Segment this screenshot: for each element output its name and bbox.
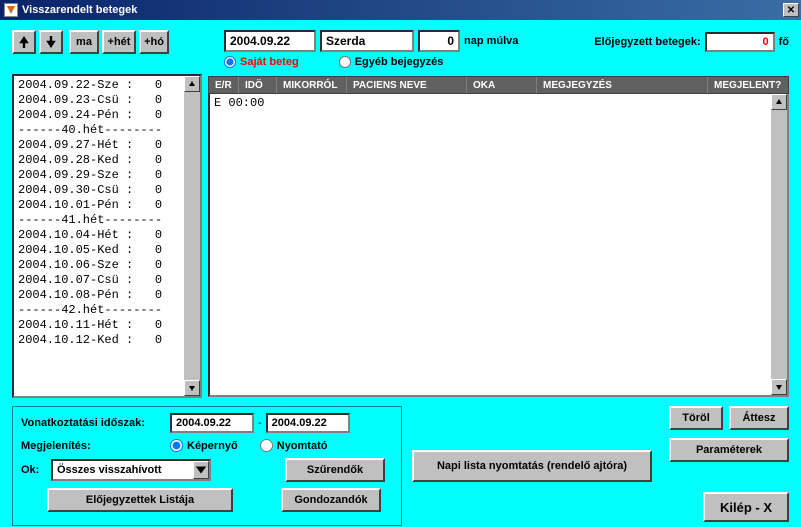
window-title: Visszarendelt betegek [22,4,137,16]
next-button[interactable] [39,30,63,54]
ok-select[interactable]: Összes visszahívott [51,459,211,481]
app-icon [4,3,18,17]
day-list[interactable]: 2004.09.22-Sze : 0 2004.09.23-Csü : 0 20… [12,74,202,398]
delete-button[interactable]: Töröl [669,406,723,430]
view-label: Megjelenítés: [21,440,166,452]
radio-printer[interactable]: Nyomtató [260,439,328,452]
gondozandok-button[interactable]: Gondozandók [281,488,381,512]
prebooked-label: Előjegyzett betegek: [594,36,700,48]
nap-mulva-label: nap múlva [464,35,518,47]
bottom-panel: Vonatkoztatási időszak: - Megjelenítés: … [12,406,402,526]
days-count-field[interactable] [418,30,460,52]
radio-sajat[interactable]: Saját beteg [224,56,299,68]
scroll-up-icon[interactable] [184,76,200,92]
prebooked-list-button[interactable]: Előjegyzettek Listája [47,488,233,512]
table-scroll-down-icon[interactable] [771,379,787,395]
period-to-input[interactable] [266,413,350,433]
ok-label: Ok: [21,464,47,476]
prev-button[interactable] [12,30,36,54]
scroll-down-icon[interactable] [184,380,200,396]
exit-button[interactable]: Kilép - X [703,492,789,522]
radio-sajat-input[interactable] [224,56,236,68]
period-from-input[interactable] [170,413,254,433]
radio-egyeb[interactable]: Egyéb bejegyzés [339,56,444,68]
table-header: E/R IDÖ MIKORRÓL PACIENS NEVE OKA MEGJEG… [208,76,789,94]
period-label: Vonatkoztatási időszak: [21,417,166,429]
plus-month-button[interactable]: +hó [139,30,169,54]
filters-button[interactable]: Szűrendők [285,458,385,482]
prebooked-count: 0 [705,32,775,52]
move-button[interactable]: Áttesz [729,406,789,430]
dayname-field[interactable] [320,30,414,52]
table-body[interactable]: E 00:00 [208,94,789,397]
close-button[interactable]: ✕ [783,3,799,17]
print-daily-button[interactable]: Napi lista nyomtatás (rendelő ajtóra) [412,450,652,482]
table-scroll-up-icon[interactable] [771,94,787,110]
params-button[interactable]: Paraméterek [669,438,789,462]
radio-egyeb-input[interactable] [339,56,351,68]
prebooked-unit: fő [779,36,789,48]
chevron-down-icon[interactable] [193,461,209,479]
today-button[interactable]: ma [69,30,99,54]
date-input[interactable] [224,30,316,52]
plus-week-button[interactable]: +hét [102,30,136,54]
radio-screen[interactable]: Képernyő [170,439,238,452]
